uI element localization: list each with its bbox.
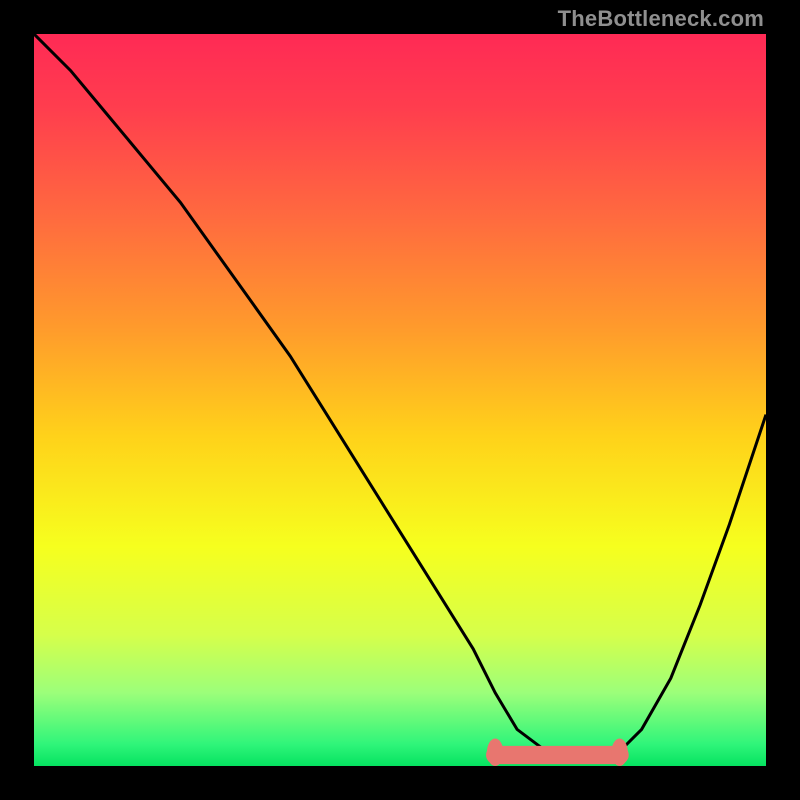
chart-frame [34,34,766,766]
bottleneck-chart [34,34,766,766]
gradient-background [34,34,766,766]
watermark-text: TheBottleneck.com [558,6,764,32]
